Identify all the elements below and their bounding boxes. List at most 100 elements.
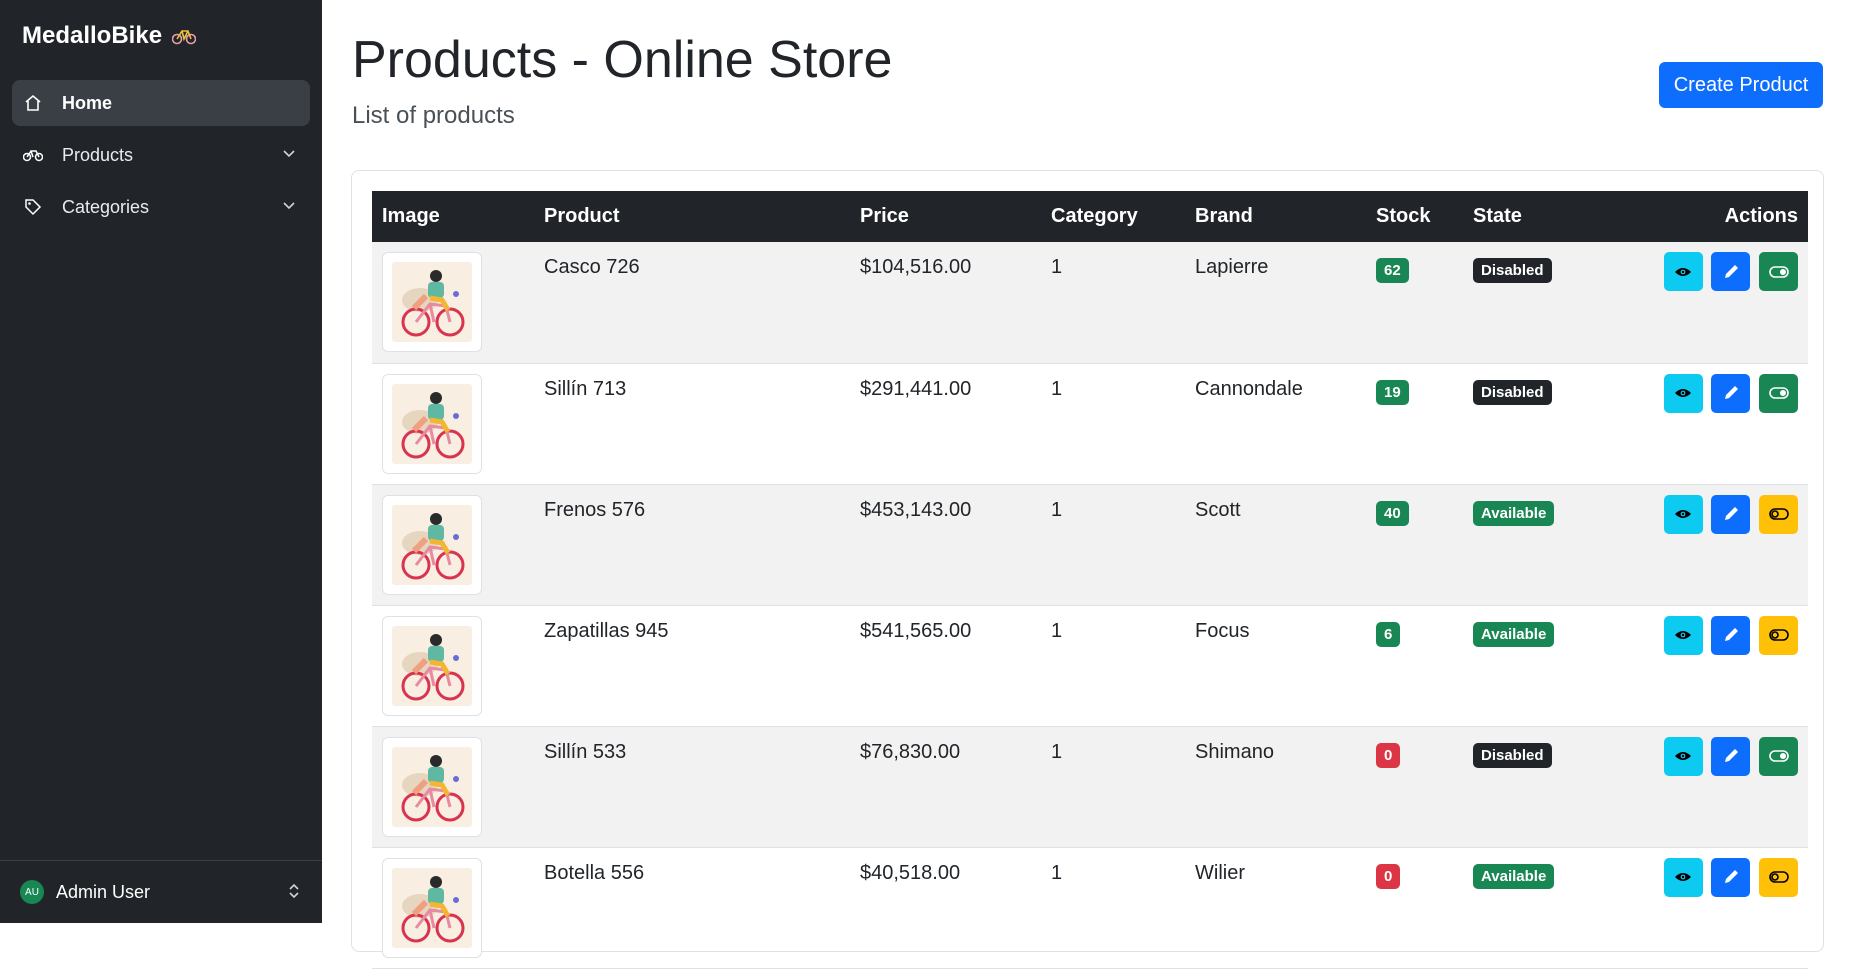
product-name: Botella 556 <box>544 861 645 884</box>
stock-badge: 19 <box>1376 379 1409 405</box>
column-header-brand: Brand <box>1185 191 1366 242</box>
product-brand: Focus <box>1195 619 1250 642</box>
state-cell: Available <box>1463 847 1613 968</box>
view-button[interactable] <box>1663 494 1703 534</box>
column-header-state: State <box>1463 191 1613 242</box>
product-thumbnail[interactable] <box>382 373 482 474</box>
avatar: AU <box>20 880 44 904</box>
stock-badge: 0 <box>1376 742 1401 768</box>
sidebar-item-products[interactable]: Products <box>12 132 310 178</box>
toggle-icon <box>1768 750 1789 762</box>
product-brand: Shimano <box>1195 740 1274 763</box>
product-price: $40,518.00 <box>860 861 961 884</box>
product-thumbnail[interactable] <box>382 494 482 595</box>
product-thumbnail[interactable] <box>382 252 482 352</box>
home-icon <box>22 92 44 114</box>
product-thumbnail[interactable] <box>382 615 482 716</box>
product-thumbnail[interactable] <box>382 857 482 958</box>
sidebar-item-home[interactable]: Home <box>12 80 310 126</box>
chevron-up-down-icon[interactable] <box>288 882 300 900</box>
state-cell: Available <box>1463 605 1613 726</box>
stock-cell: 40 <box>1366 484 1463 605</box>
cyclist-illustration-icon <box>392 746 472 827</box>
toggle-icon <box>1768 629 1789 641</box>
edit-button[interactable] <box>1711 494 1751 534</box>
table-row[interactable]: Zapatillas 945 $541,565.00 1 Focus 6 Ava… <box>372 605 1808 726</box>
cyclist-illustration-icon <box>392 383 472 464</box>
actions-cell <box>1613 726 1808 847</box>
column-header-stock: Stock <box>1366 191 1463 242</box>
stock-cell: 62 <box>1366 242 1463 363</box>
toggle-icon <box>1768 387 1789 399</box>
table-row[interactable]: Sillín 533 $76,830.00 1 Shimano 0 Disabl… <box>372 726 1808 847</box>
table-row[interactable]: Frenos 576 $453,143.00 1 Scott 40 Availa… <box>372 484 1808 605</box>
toggle-icon <box>1768 508 1789 520</box>
product-price: $541,565.00 <box>860 619 972 642</box>
user-menu[interactable]: AU Admin User <box>0 860 322 923</box>
edit-button[interactable] <box>1711 252 1751 291</box>
table-body: Casco 726 $104,516.00 1 Lapierre 62 Disa… <box>372 242 1808 968</box>
view-button[interactable] <box>1663 736 1703 776</box>
product-category: 1 <box>1051 740 1063 763</box>
edit-button[interactable] <box>1711 373 1751 413</box>
product-name: Sillín 713 <box>544 377 627 400</box>
image-cell <box>372 847 534 968</box>
brand-name: MedalloBike <box>22 22 163 49</box>
view-button[interactable] <box>1663 373 1703 413</box>
toggle-state-button[interactable] <box>1759 615 1798 655</box>
stock-badge: 6 <box>1376 621 1401 647</box>
stock-cell: 19 <box>1366 363 1463 484</box>
toggle-state-button[interactable] <box>1759 736 1798 776</box>
product-thumbnail[interactable] <box>382 736 482 837</box>
stock-badge: 62 <box>1376 258 1409 283</box>
edit-button[interactable] <box>1711 615 1751 655</box>
status-badge: Disabled <box>1473 742 1552 768</box>
view-button[interactable] <box>1663 857 1703 897</box>
bicycle-icon <box>172 30 197 45</box>
products-table: Image Product Price Category Brand Stock… <box>372 191 1808 969</box>
stock-badge: 0 <box>1376 863 1401 889</box>
view-button[interactable] <box>1663 252 1703 291</box>
toggle-icon <box>1768 265 1789 278</box>
product-name: Zapatillas 945 <box>544 619 669 642</box>
table-row[interactable]: Casco 726 $104,516.00 1 Lapierre 62 Disa… <box>372 242 1808 363</box>
product-brand: Cannondale <box>1195 377 1303 400</box>
product-name: Casco 726 <box>544 256 640 278</box>
column-header-price: Price <box>850 191 1041 242</box>
status-badge: Available <box>1473 863 1555 889</box>
pencil-icon <box>1724 749 1738 762</box>
pencil-icon <box>1724 386 1738 399</box>
stock-cell: 6 <box>1366 605 1463 726</box>
table-row[interactable]: Sillín 713 $291,441.00 1 Cannondale 19 D… <box>372 363 1808 484</box>
sidebar-item-label: Categories <box>62 196 150 217</box>
brand[interactable]: MedalloBike <box>22 22 197 50</box>
chevron-down-icon <box>283 202 295 210</box>
actions-cell <box>1613 847 1808 968</box>
status-badge: Disabled <box>1473 258 1552 283</box>
product-price: $453,143.00 <box>860 498 972 521</box>
toggle-icon <box>1768 871 1789 883</box>
column-header-category: Category <box>1041 191 1185 242</box>
eye-icon <box>1675 752 1692 760</box>
edit-button[interactable] <box>1711 857 1751 897</box>
edit-button[interactable] <box>1711 736 1751 776</box>
image-cell <box>372 726 534 847</box>
toggle-state-button[interactable] <box>1759 373 1798 413</box>
sidebar-item-categories[interactable]: Categories <box>12 184 310 230</box>
toggle-state-button[interactable] <box>1759 857 1798 897</box>
user-name: Admin User <box>56 881 151 902</box>
toggle-state-button[interactable] <box>1759 252 1798 291</box>
table-row[interactable]: Botella 556 $40,518.00 1 Wilier 0 Availa… <box>372 847 1808 968</box>
state-cell: Disabled <box>1463 363 1613 484</box>
tag-icon <box>22 196 44 218</box>
image-cell <box>372 363 534 484</box>
pencil-icon <box>1724 870 1738 883</box>
image-cell <box>372 484 534 605</box>
product-brand: Wilier <box>1195 861 1245 884</box>
status-badge: Available <box>1473 500 1555 526</box>
create-product-button[interactable]: Create Product <box>1659 62 1823 108</box>
toggle-state-button[interactable] <box>1759 494 1798 534</box>
state-cell: Available <box>1463 484 1613 605</box>
chevron-down-icon <box>283 150 295 158</box>
view-button[interactable] <box>1663 615 1703 655</box>
